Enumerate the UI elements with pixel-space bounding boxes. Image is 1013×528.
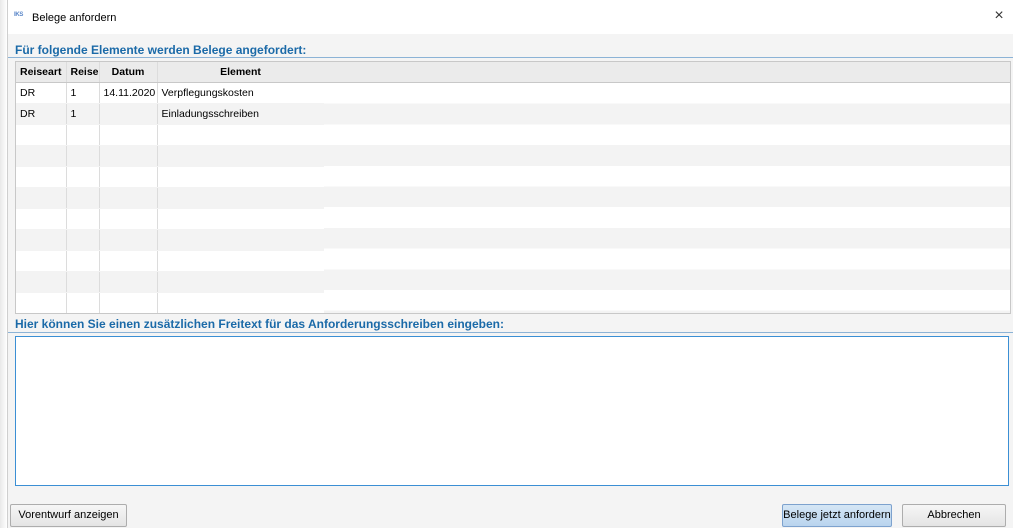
table-row[interactable]: DR 1 14.11.2020 Verpflegungskosten (16, 82, 325, 104)
empty-row (16, 208, 325, 230)
empty-row (16, 229, 325, 251)
empty-row (16, 187, 325, 209)
table-empty-area (324, 83, 1010, 313)
close-icon[interactable]: × (991, 8, 1007, 24)
elements-table[interactable]: Reiseart Reise Datum Element DR 1 14.11.… (15, 61, 1011, 314)
freetext-section-title: Hier können Sie einen zusätzlichen Freit… (15, 317, 504, 331)
dialog-titlebar[interactable]: IKS Belege anfordern × (8, 0, 1013, 34)
empty-row (16, 292, 325, 313)
section-divider (8, 57, 1013, 58)
empty-row (16, 166, 325, 188)
empty-row (16, 271, 325, 293)
section-divider (8, 332, 1013, 333)
cell-datum: 14.11.2020 (99, 82, 158, 104)
cell-reiseart: DR (16, 82, 67, 104)
request-documents-button[interactable]: Belege jetzt anfordern (782, 504, 892, 527)
cancel-button[interactable]: Abbrechen (902, 504, 1006, 527)
freetext-input[interactable] (15, 336, 1009, 486)
cell-reise: 1 (66, 82, 100, 104)
column-header-datum[interactable]: Datum (99, 62, 158, 83)
column-header-reise[interactable]: Reise (66, 62, 100, 83)
app-icon: IKS (14, 12, 24, 18)
cell-element: Einladungsschreiben (157, 103, 325, 125)
dialog-title: Belege anfordern (32, 12, 117, 24)
cell-element: Verpflegungskosten (157, 82, 325, 104)
dialog-content: Für folgende Elemente werden Belege ange… (8, 34, 1013, 528)
elements-table-grid: Reiseart Reise Datum Element DR 1 14.11.… (16, 62, 325, 313)
cell-reiseart: DR (16, 103, 67, 125)
table-header-filler (324, 62, 1010, 83)
preview-button[interactable]: Vorentwurf anzeigen (10, 504, 127, 527)
empty-row (16, 124, 325, 146)
empty-row (16, 250, 325, 272)
background-window-edge (0, 0, 8, 528)
table-row[interactable]: DR 1 Einladungsschreiben (16, 103, 325, 125)
column-header-reiseart[interactable]: Reiseart (16, 62, 67, 83)
empty-row (16, 145, 325, 167)
cell-datum (99, 103, 158, 125)
cell-reise: 1 (66, 103, 100, 125)
column-header-element[interactable]: Element (157, 62, 325, 83)
elements-section-title: Für folgende Elemente werden Belege ange… (15, 43, 307, 57)
